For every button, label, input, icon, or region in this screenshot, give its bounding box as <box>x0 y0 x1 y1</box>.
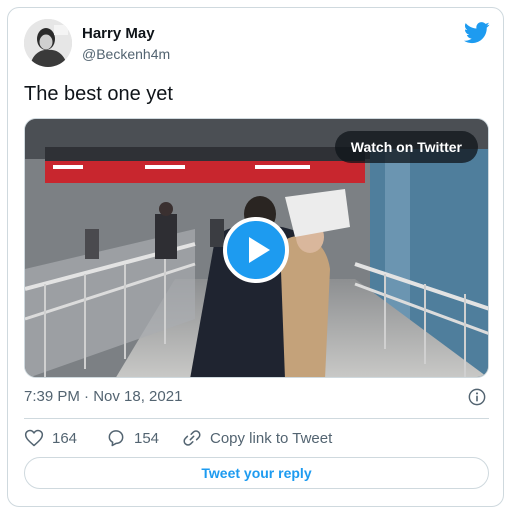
twitter-bird-icon[interactable] <box>464 22 490 44</box>
copy-link-label: Copy link to Tweet <box>210 429 333 447</box>
author-name[interactable]: Harry May <box>82 25 155 42</box>
tweet-your-reply-button[interactable]: Tweet your reply <box>24 457 489 489</box>
tweet-timestamp[interactable]: 7:39 PM · Nov 18, 2021 <box>24 388 182 405</box>
tweet-card: Harry May @Beckenh4m The best one yet Wa… <box>7 7 504 507</box>
like-count: 164 <box>52 429 78 447</box>
copy-link-button[interactable]: Copy link to Tweet <box>182 428 332 448</box>
reply-button[interactable]: 154 <box>106 428 159 448</box>
reply-count: 154 <box>134 429 160 447</box>
watch-on-twitter-button[interactable]: Watch on Twitter <box>334 131 478 163</box>
tweet-text: The best one yet <box>24 83 173 105</box>
play-icon <box>249 237 270 263</box>
author-handle[interactable]: @Beckenh4m <box>82 46 170 62</box>
divider <box>24 418 489 419</box>
heart-icon <box>24 429 44 447</box>
reply-bubble-icon <box>108 430 124 447</box>
info-icon[interactable] <box>468 388 486 406</box>
like-button[interactable]: 164 <box>24 428 77 448</box>
avatar[interactable] <box>24 19 72 67</box>
link-icon <box>183 430 201 446</box>
play-button[interactable] <box>223 217 289 283</box>
video-player[interactable]: Watch on Twitter <box>24 118 489 378</box>
